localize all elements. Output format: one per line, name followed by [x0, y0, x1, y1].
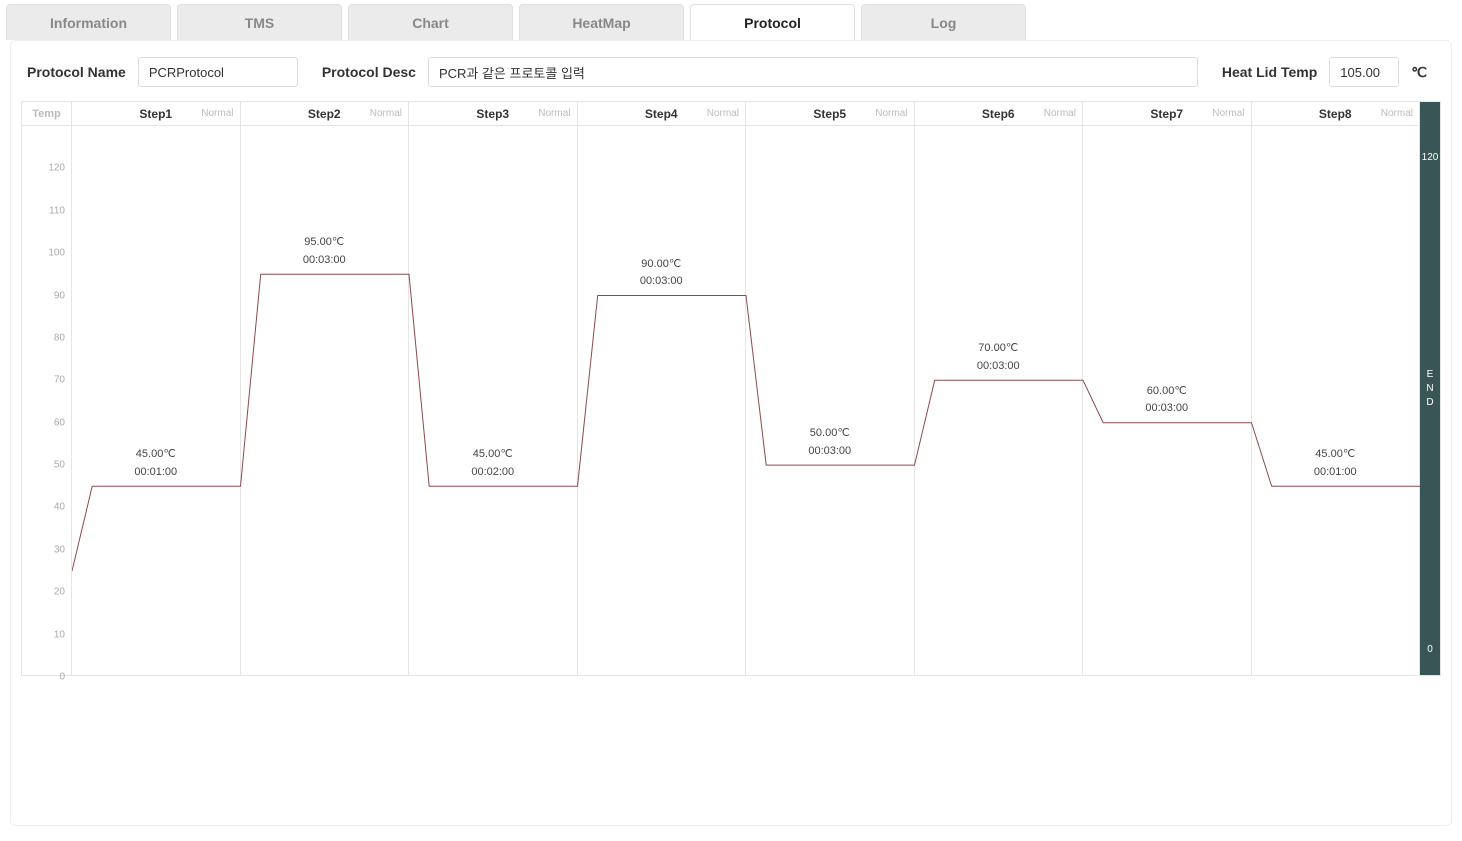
y-tick: 60	[54, 417, 65, 428]
step-name: Step7	[1150, 107, 1183, 121]
end-top-value: 120	[1420, 152, 1440, 163]
tab-tms[interactable]: TMS	[177, 4, 342, 40]
step-value-label: 45.00℃00:02:00	[409, 446, 577, 481]
step-column[interactable]: Step1 Normal 45.00℃00:01:00	[72, 102, 241, 675]
step-header: Step6 Normal	[915, 102, 1083, 126]
y-tick: 90	[54, 290, 65, 301]
step-header: Step3 Normal	[409, 102, 577, 126]
heat-lid-temp-label: Heat Lid Temp	[1222, 64, 1317, 80]
tab-chart[interactable]: Chart	[348, 4, 513, 40]
step-header: Step2 Normal	[241, 102, 409, 126]
protocol-chart: Temp 0 10 20 30 40 50 60 70 80 90 100 110 120 Step1 N…	[21, 101, 1441, 676]
y-tick: 50	[54, 460, 65, 471]
y-tick: 80	[54, 332, 65, 343]
tab-heatmap[interactable]: HeatMap	[519, 4, 684, 40]
step-name: Step2	[308, 107, 341, 121]
step-mode: Normal	[370, 108, 402, 119]
protocol-desc-label: Protocol Desc	[322, 64, 416, 80]
end-label: END	[1420, 368, 1440, 410]
step-column[interactable]: Step8 Normal 45.00℃00:01:00	[1252, 102, 1421, 675]
protocol-desc-input[interactable]	[428, 57, 1198, 87]
steps-container: Step1 Normal 45.00℃00:01:00 Step2 Normal 95.0…	[72, 102, 1420, 675]
end-bot-value: 0	[1420, 644, 1440, 655]
end-column: 120 END 0	[1420, 102, 1440, 675]
y-tick: 120	[48, 163, 65, 174]
step-mode: Normal	[1212, 108, 1244, 119]
step-value-label: 45.00℃00:01:00	[72, 446, 240, 481]
tab-information[interactable]: Information	[6, 4, 171, 40]
protocol-form-row: Protocol Name Protocol Desc Heat Lid Tem…	[21, 57, 1441, 87]
step-name: Step1	[139, 107, 172, 121]
y-tick: 100	[48, 248, 65, 259]
step-header: Step5 Normal	[746, 102, 914, 126]
y-axis-label: Temp	[22, 102, 71, 126]
step-column[interactable]: Step2 Normal 95.00℃00:03:00	[241, 102, 410, 675]
tab-bar: Information TMS Chart HeatMap Protocol L…	[0, 0, 1462, 40]
step-mode: Normal	[1381, 108, 1413, 119]
y-axis: Temp 0102030405060708090100110120	[22, 102, 72, 675]
heat-lid-temp-input[interactable]	[1329, 57, 1399, 87]
step-name: Step3	[476, 107, 509, 121]
y-tick: 110	[49, 205, 65, 216]
step-header: Step4 Normal	[578, 102, 746, 126]
y-tick: 30	[54, 544, 65, 555]
step-mode: Normal	[538, 108, 570, 119]
y-tick: 0	[59, 672, 65, 683]
protocol-name-label: Protocol Name	[27, 64, 126, 80]
step-name: Step4	[645, 107, 678, 121]
y-tick: 10	[54, 629, 65, 640]
y-tick: 40	[54, 502, 65, 513]
step-column[interactable]: Step4 Normal 90.00℃00:03:00	[578, 102, 747, 675]
step-value-label: 45.00℃00:01:00	[1252, 446, 1420, 481]
step-header: Step1 Normal	[72, 102, 240, 126]
step-name: Step6	[982, 107, 1015, 121]
step-name: Step8	[1319, 107, 1352, 121]
y-tick: 20	[54, 587, 65, 598]
step-value-label: 90.00℃00:03:00	[578, 256, 746, 291]
tab-protocol[interactable]: Protocol	[690, 4, 855, 40]
y-tick: 70	[54, 375, 65, 386]
tab-log[interactable]: Log	[861, 4, 1026, 40]
step-mode: Normal	[707, 108, 739, 119]
step-value-label: 50.00℃00:03:00	[746, 425, 914, 460]
step-name: Step5	[813, 107, 846, 121]
step-mode: Normal	[1044, 108, 1076, 119]
protocol-panel: Protocol Name Protocol Desc Heat Lid Tem…	[10, 40, 1452, 826]
step-mode: Normal	[201, 108, 233, 119]
protocol-name-input[interactable]	[138, 57, 298, 87]
step-column[interactable]: Step7 Normal 60.00℃00:03:00	[1083, 102, 1252, 675]
step-header: Step7 Normal	[1083, 102, 1251, 126]
step-mode: Normal	[875, 108, 907, 119]
step-column[interactable]: Step6 Normal 70.00℃00:03:00	[915, 102, 1084, 675]
step-header: Step8 Normal	[1252, 102, 1420, 126]
step-value-label: 70.00℃00:03:00	[915, 340, 1083, 375]
heat-lid-temp-unit: ℃	[1411, 64, 1435, 81]
step-column[interactable]: Step5 Normal 50.00℃00:03:00	[746, 102, 915, 675]
step-value-label: 95.00℃00:03:00	[241, 234, 409, 269]
step-column[interactable]: Step3 Normal 45.00℃00:02:00	[409, 102, 578, 675]
step-value-label: 60.00℃00:03:00	[1083, 383, 1251, 418]
